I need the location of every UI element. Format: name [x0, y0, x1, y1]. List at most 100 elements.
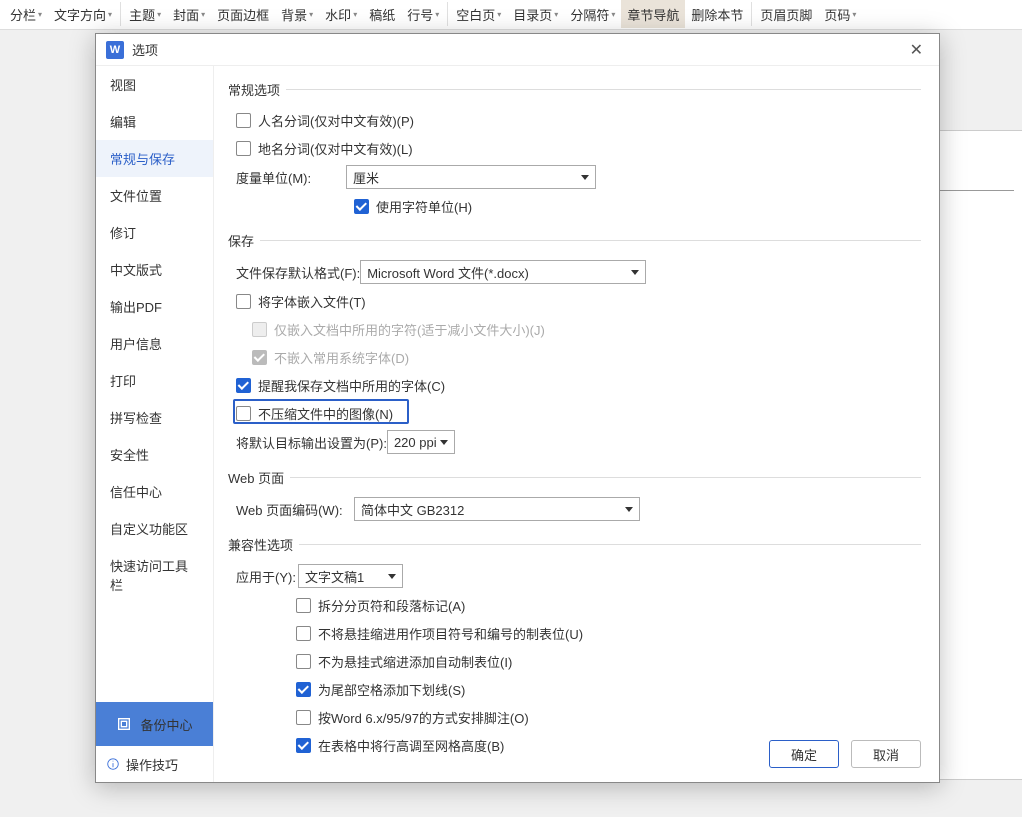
select-default-format-value: Microsoft Word 文件(*.docx) [367, 263, 529, 282]
select-unit[interactable]: 厘米 [346, 165, 596, 189]
checkbox-compat-3[interactable] [296, 682, 311, 697]
select-target-output[interactable]: 220 ppi [387, 430, 455, 454]
ribbon-主题[interactable]: 主题▾ [123, 0, 167, 28]
chevron-down-icon [440, 440, 448, 445]
sidebar-item-fileloc[interactable]: 文件位置 [96, 177, 213, 214]
group-web: Web 页面 Web 页面编码(W): 简体中文 GB2312 [228, 468, 921, 521]
ribbon-文字方向[interactable]: 文字方向▾ [48, 0, 118, 28]
backup-center-button[interactable]: 备份中心 [96, 702, 213, 746]
label-compat-3: 为尾部空格添加下划线(S) [318, 680, 465, 699]
label-char-unit: 使用字符单位(H) [376, 197, 472, 216]
ribbon-水印[interactable]: 水印▾ [319, 0, 363, 28]
group-title-general: 常规选项 [228, 80, 286, 99]
ribbon-分栏[interactable]: 分栏▾ [4, 0, 48, 28]
checkbox-compat-0[interactable] [296, 598, 311, 613]
checkbox-remind-font[interactable] [236, 378, 251, 393]
checkbox-compat-5[interactable] [296, 738, 311, 753]
ok-button[interactable]: 确定 [769, 740, 839, 768]
ribbon-页码[interactable]: 页码▾ [818, 0, 862, 28]
select-unit-value: 厘米 [353, 168, 379, 187]
label-target-output: 将默认目标输出设置为(P): [236, 433, 387, 452]
tips-label: 操作技巧 [126, 755, 178, 774]
select-apply-to[interactable]: 文字文稿1 [298, 564, 403, 588]
label-compat-4: 按Word 6.x/95/97的方式安排脚注(O) [318, 708, 529, 727]
ribbon-删除本节: 删除本节 [685, 0, 749, 28]
select-target-output-value: 220 ppi [394, 435, 437, 450]
backup-label: 备份中心 [140, 715, 192, 734]
select-default-format[interactable]: Microsoft Word 文件(*.docx) [360, 260, 646, 284]
ribbon-页面边框[interactable]: 页面边框 [211, 0, 275, 28]
options-dialog: W 选项 ✕ 视图编辑常规与保存文件位置修订中文版式输出PDF用户信息打印拼写检… [95, 33, 940, 783]
ribbon-稿纸[interactable]: 稿纸 [363, 0, 401, 28]
ribbon-行号[interactable]: 行号▾ [401, 0, 445, 28]
sidebar-item-sec[interactable]: 安全性 [96, 436, 213, 473]
checkbox-char-unit[interactable] [354, 199, 369, 214]
label-compat-5: 在表格中将行高调至网格高度(B) [318, 736, 504, 755]
group-title-compat: 兼容性选项 [228, 535, 299, 554]
cancel-button[interactable]: 取消 [851, 740, 921, 768]
label-no-sys-font: 不嵌入常用系统字体(D) [274, 348, 409, 367]
checkbox-no-compress[interactable] [236, 406, 251, 421]
sidebar-item-cjk[interactable]: 中文版式 [96, 251, 213, 288]
label-no-compress: 不压缩文件中的图像(N) [258, 404, 393, 423]
ribbon-空白页[interactable]: 空白页▾ [450, 0, 507, 28]
sidebar-item-ribbon[interactable]: 自定义功能区 [96, 510, 213, 547]
group-title-web: Web 页面 [228, 468, 290, 487]
sidebar-item-pdf[interactable]: 输出PDF [96, 288, 213, 325]
label-person-name: 人名分词(仅对中文有效)(P) [258, 111, 414, 130]
label-default-format: 文件保存默认格式(F): [236, 263, 360, 282]
ribbon-封面[interactable]: 封面▾ [167, 0, 211, 28]
group-general: 常规选项 人名分词(仅对中文有效)(P) 地名分词(仅对中文有效)(L) 度量单… [228, 80, 921, 217]
group-compat: 兼容性选项 应用于(Y): 文字文稿1 拆分分页符和段落标记(A) 不将悬挂缩进用… [228, 535, 921, 756]
label-embed-font: 将字体嵌入文件(T) [258, 292, 366, 311]
sidebar-item-view[interactable]: 视图 [96, 66, 213, 103]
checkbox-compat-2[interactable] [296, 654, 311, 669]
ribbon-章节导航[interactable]: 章节导航 [621, 0, 685, 28]
tips-link[interactable]: 操作技巧 [96, 746, 213, 782]
checkbox-embed-used [252, 322, 267, 337]
label-embed-used: 仅嵌入文档中所用的字符(适于减小文件大小)(J) [274, 320, 545, 339]
ribbon-toolbar: 分栏▾文字方向▾主题▾封面▾页面边框背景▾水印▾稿纸行号▾空白页▾目录页▾分隔符… [0, 0, 1022, 30]
ribbon-页眉页脚[interactable]: 页眉页脚 [754, 0, 818, 28]
checkbox-place-name[interactable] [236, 141, 251, 156]
select-apply-to-value: 文字文稿1 [305, 567, 364, 586]
select-web-encoding[interactable]: 简体中文 GB2312 [354, 497, 640, 521]
checkbox-no-sys-font [252, 350, 267, 365]
sidebar-item-general[interactable]: 常规与保存 [96, 140, 213, 177]
checkbox-person-name[interactable] [236, 113, 251, 128]
dialog-titlebar: W 选项 ✕ [96, 34, 939, 66]
sidebar-item-spell[interactable]: 拼写检查 [96, 399, 213, 436]
checkbox-compat-1[interactable] [296, 626, 311, 641]
chevron-down-icon [631, 270, 639, 275]
app-icon: W [106, 41, 124, 59]
ribbon-分隔符[interactable]: 分隔符▾ [564, 0, 621, 28]
dialog-title: 选项 [132, 40, 158, 59]
sidebar-item-rev[interactable]: 修订 [96, 214, 213, 251]
select-web-encoding-value: 简体中文 GB2312 [361, 500, 464, 519]
sidebar-item-print[interactable]: 打印 [96, 362, 213, 399]
chevron-down-icon [625, 507, 633, 512]
backup-icon [116, 716, 132, 732]
tip-icon [106, 757, 120, 771]
checkbox-embed-font[interactable] [236, 294, 251, 309]
ribbon-背景[interactable]: 背景▾ [275, 0, 319, 28]
sidebar-item-qat[interactable]: 快速访问工具栏 [96, 547, 213, 603]
document-line [934, 190, 1014, 191]
label-apply-to: 应用于(Y): [236, 567, 298, 586]
chevron-down-icon [581, 175, 589, 180]
ribbon-目录页[interactable]: 目录页▾ [507, 0, 564, 28]
sidebar-item-trust[interactable]: 信任中心 [96, 473, 213, 510]
sidebar-item-user[interactable]: 用户信息 [96, 325, 213, 362]
content-pane: 常规选项 人名分词(仅对中文有效)(P) 地名分词(仅对中文有效)(L) 度量单… [214, 66, 939, 782]
sidebar-item-edit[interactable]: 编辑 [96, 103, 213, 140]
close-icon[interactable]: ✕ [904, 38, 929, 62]
group-save: 保存 文件保存默认格式(F): Microsoft Word 文件(*.docx… [228, 231, 921, 454]
group-title-save: 保存 [228, 231, 260, 250]
label-compat-1: 不将悬挂缩进用作项目符号和编号的制表位(U) [318, 624, 583, 643]
checkbox-compat-4[interactable] [296, 710, 311, 725]
label-remind-font: 提醒我保存文档中所用的字体(C) [258, 376, 445, 395]
label-unit: 度量单位(M): [236, 168, 346, 187]
label-web-encoding: Web 页面编码(W): [236, 500, 354, 519]
label-place-name: 地名分词(仅对中文有效)(L) [258, 139, 413, 158]
label-compat-0: 拆分分页符和段落标记(A) [318, 596, 465, 615]
